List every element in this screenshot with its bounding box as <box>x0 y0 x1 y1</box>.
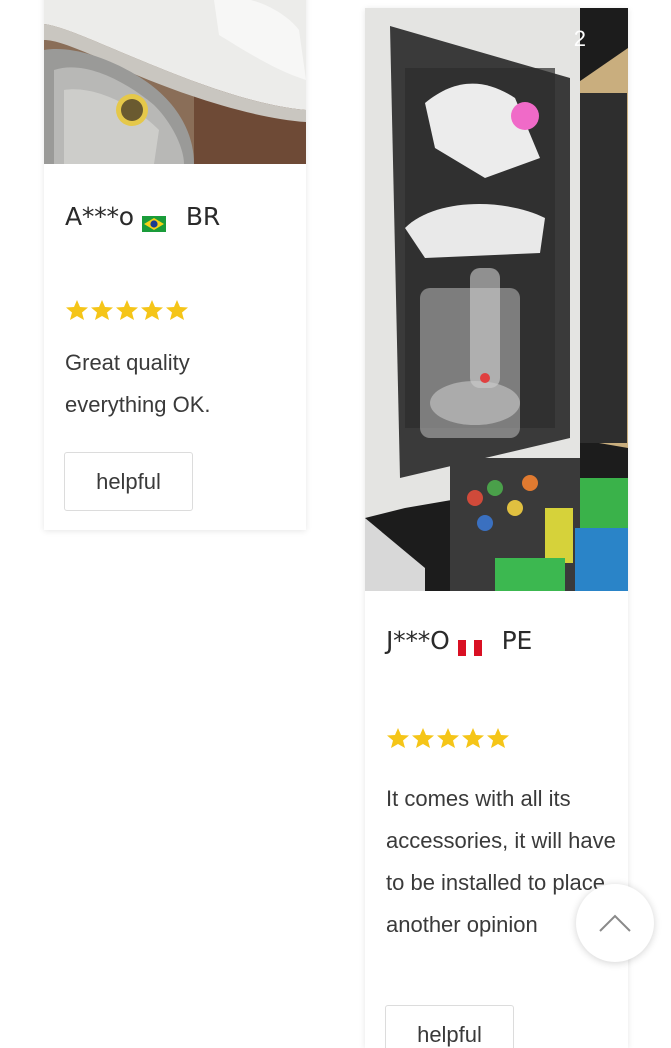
author-country: PE <box>501 626 533 655</box>
star-icon <box>116 300 138 320</box>
author-name: J***O <box>386 626 450 655</box>
review-photo[interactable] <box>44 0 306 164</box>
star-icon <box>412 728 434 748</box>
star-icon <box>437 728 459 748</box>
photo-counter: 2 <box>573 26 586 51</box>
review-author: A***o BR <box>65 202 221 232</box>
star-icon <box>387 728 409 748</box>
scroll-to-top-button[interactable] <box>576 884 654 962</box>
star-rating <box>386 727 510 749</box>
star-icon <box>462 728 484 748</box>
chevron-up-icon <box>599 914 631 932</box>
star-icon <box>166 300 188 320</box>
brazil-flag-icon <box>141 209 166 232</box>
review-photo[interactable]: 2 <box>365 8 628 591</box>
helpful-button[interactable]: helpful <box>64 452 193 511</box>
star-icon <box>487 728 509 748</box>
review-card: 2 J***O PE It comes with all its accesso… <box>365 8 628 1048</box>
author-country: BR <box>185 202 221 231</box>
review-author: J***O PE <box>386 626 533 656</box>
star-icon <box>141 300 163 320</box>
author-name: A***o <box>65 202 134 231</box>
review-card: A***o BR Great quality everything OK. he… <box>44 0 306 530</box>
star-icon <box>66 300 88 320</box>
star-rating <box>65 299 189 321</box>
peru-flag-icon <box>457 633 482 656</box>
helpful-button[interactable]: helpful <box>385 1005 514 1048</box>
review-photo-image <box>365 8 628 591</box>
review-text: Great quality everything OK. <box>65 350 211 417</box>
review-photo-image <box>44 0 306 164</box>
star-icon <box>91 300 113 320</box>
